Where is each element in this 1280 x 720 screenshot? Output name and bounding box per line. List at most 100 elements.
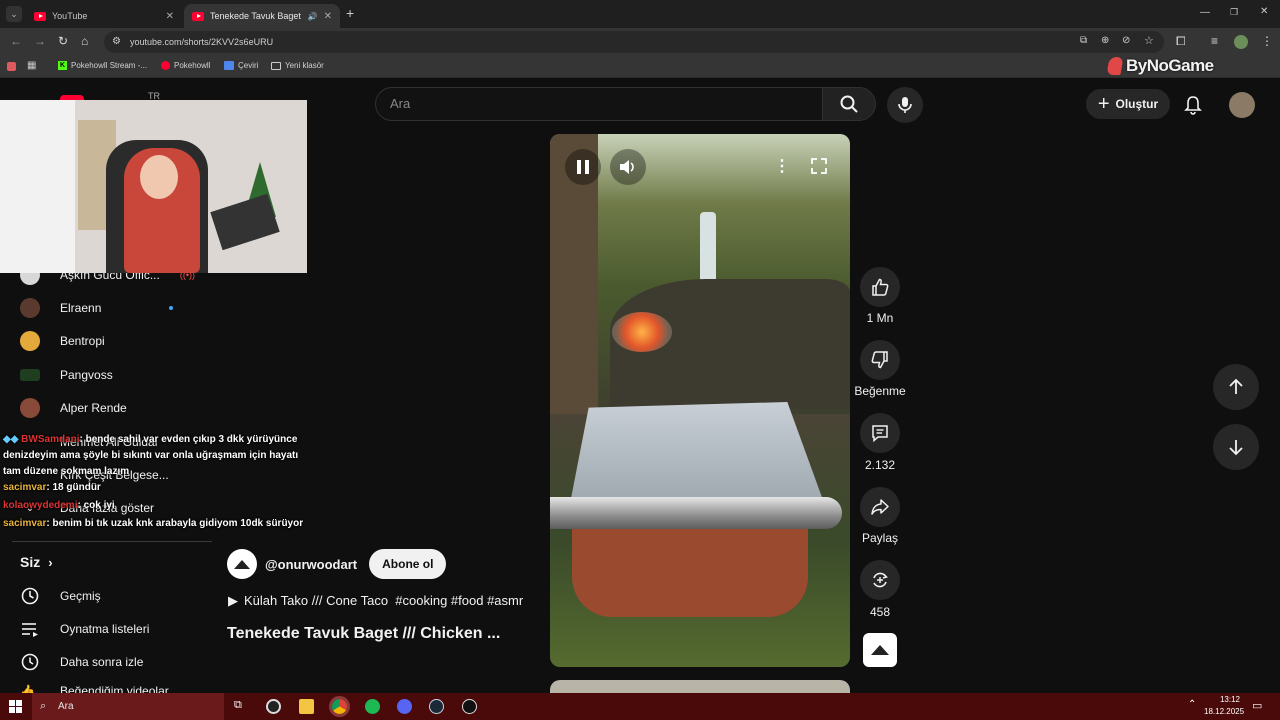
next-short-preview[interactable] [550,680,850,693]
app-icon-steam[interactable] [429,699,444,714]
sidebar-item-watch-later[interactable]: Daha sonra izle [20,652,143,672]
channel-avatar[interactable] [227,549,257,579]
bookmarks-bar: ▦ K Pokehowll Stream -... Pokehowll Çevi… [0,56,1280,78]
bookmark-folder[interactable]: Yeni klasör [271,61,324,70]
account-avatar[interactable] [1229,92,1255,118]
tab-youtube[interactable]: YouTube ✕ [26,4,182,28]
sidebar-channel-elraenn[interactable]: Elraenn [20,298,174,318]
channel-name: Elraenn [60,301,102,315]
dislike-button[interactable] [860,340,900,380]
volume-button[interactable] [610,149,646,185]
watermark-text: ByNoGame [1126,56,1214,75]
new-tab-button[interactable]: + [346,5,354,21]
dislike-label: Beğenme [854,384,906,398]
chat-message: kolaowydedemi: cok iyi [3,500,115,511]
profile-icon[interactable] [1234,35,1248,49]
next-short-button[interactable] [1213,424,1259,470]
tab-short-video[interactable]: Tenekede Tavuk Baget /// C 🔊 ✕ [184,4,340,28]
clock-date[interactable]: 18.12.2025 [1204,707,1244,716]
remix-count: 458 [869,605,891,619]
search-icon: ⌕ [40,700,47,712]
close-icon[interactable]: ✕ [324,11,332,22]
music-row[interactable]: ▶ Külah Tako /// Cone Taco #cooking #foo… [228,593,523,609]
sidebar-you-header[interactable]: Siz › [20,552,53,572]
app-icon-spotify[interactable] [365,699,380,714]
app-icon-chrome[interactable] [332,699,347,714]
clock-time[interactable]: 13:12 [1210,695,1250,704]
start-button[interactable] [9,700,22,713]
channel-name: Bentropi [60,334,105,348]
bookmark-star-icon[interactable]: ☆ [1144,34,1154,47]
create-button[interactable]: + Oluştur [1086,89,1170,119]
chat-text: : benim bi tık uzak knk arabayla gidiyom… [46,518,304,529]
close-icon[interactable]: ✕ [166,11,174,22]
task-view-icon[interactable]: ⧉ [234,699,242,712]
sidebar-item-label: Daha sonra izle [60,655,144,669]
like-button[interactable] [860,267,900,307]
sidebar-item-history[interactable]: Geçmiş [20,586,101,606]
install-app-icon[interactable]: ⧉ [1080,35,1087,46]
hide-icon[interactable]: ⊘ [1122,35,1130,46]
reload-icon[interactable]: ↻ [58,34,68,48]
back-icon[interactable]: ← [10,34,22,48]
comments-button[interactable] [860,413,900,453]
video-foil-roll [550,497,842,529]
notifications-button[interactable] [1180,92,1206,118]
apps-grid-icon[interactable]: ▦ [27,60,36,71]
app-icon-logitech[interactable] [462,699,477,714]
app-icon-discord[interactable] [397,699,412,714]
short-title[interactable]: Tenekede Tavuk Baget /// Chicken ... [227,625,500,643]
sidebar-item-label: Oynatma listeleri [60,622,150,636]
video-campfire [612,312,672,352]
channel-handle[interactable]: @onurwoodart [265,557,357,572]
home-icon[interactable]: ⌂ [81,34,88,48]
share-icon [871,499,889,515]
system-tray-chevron-icon[interactable]: ⌃ [1188,699,1196,710]
forward-icon[interactable]: → [34,34,46,48]
search-button[interactable] [822,87,876,121]
sidebar-item-playlists[interactable]: Oynatma listeleri [20,619,149,639]
plus-icon: + [1097,93,1110,115]
reading-list-icon[interactable]: ≡ [1211,34,1218,48]
restore-icon[interactable]: ❐ [1230,7,1238,18]
sidebar-channel-alper-rende[interactable]: Alper Rende [20,398,127,418]
bynogame-logo-icon [1106,57,1124,75]
remix-button[interactable] [860,560,900,600]
more-options-icon[interactable]: ⋮ [774,156,790,176]
notification-center-icon[interactable]: ▭ [1252,699,1262,712]
previous-short-button[interactable] [1213,364,1259,410]
bookmark-pokehowll-stream[interactable]: K Pokehowll Stream -... [58,61,147,70]
bookmark-label: Pokehowll [174,61,211,70]
taskbar-search[interactable]: ⌕ Ara [32,693,224,720]
youtube-favicon-icon [34,11,46,21]
address-bar[interactable]: ⚙ youtube.com/shorts/2KVV2s6eURU ⧉ ⊕ ⊘ ☆ [104,31,1164,53]
sound-channel-thumbnail[interactable] [863,633,897,667]
search-input[interactable]: Ara [375,87,823,121]
site-info-icon[interactable]: ⚙ [112,36,121,47]
thumbs-down-icon [871,351,888,369]
pause-button[interactable] [565,149,601,185]
sidebar-channel-bentropi[interactable]: Bentropi [20,331,105,351]
app-icon-obs[interactable] [266,699,281,714]
webcam-window-light [0,100,75,273]
minimize-icon[interactable]: — [1200,7,1210,18]
close-window-icon[interactable]: ✕ [1260,6,1268,17]
pause-icon [577,160,589,174]
zoom-icon[interactable]: ⊕ [1101,35,1109,46]
extensions-icon[interactable]: ⧠ [1176,34,1186,49]
app-icon-file-explorer[interactable] [299,699,314,714]
share-button[interactable] [860,487,900,527]
sidebar-channel-pangvoss[interactable]: Pangvoss [20,365,113,385]
voice-search-button[interactable] [887,87,923,123]
subscribe-button[interactable]: Abone ol [369,549,447,579]
chat-username: sacimvar [3,482,47,493]
youtube-page: TR Ara + Oluştur Aşkın Gücü Offic... ((•… [0,78,1280,694]
menu-icon[interactable]: ⋮ [1261,34,1273,48]
bookmark-pokehowll[interactable]: Pokehowll [161,61,210,70]
fullscreen-icon[interactable] [810,157,828,180]
tab-search-button[interactable]: ⌄ [6,6,22,22]
short-video-player[interactable]: ⋮ [550,134,850,667]
record-icon[interactable] [7,62,16,71]
bookmark-ceviri[interactable]: Çeviri [224,61,258,70]
arrow-down-icon [1229,440,1243,456]
